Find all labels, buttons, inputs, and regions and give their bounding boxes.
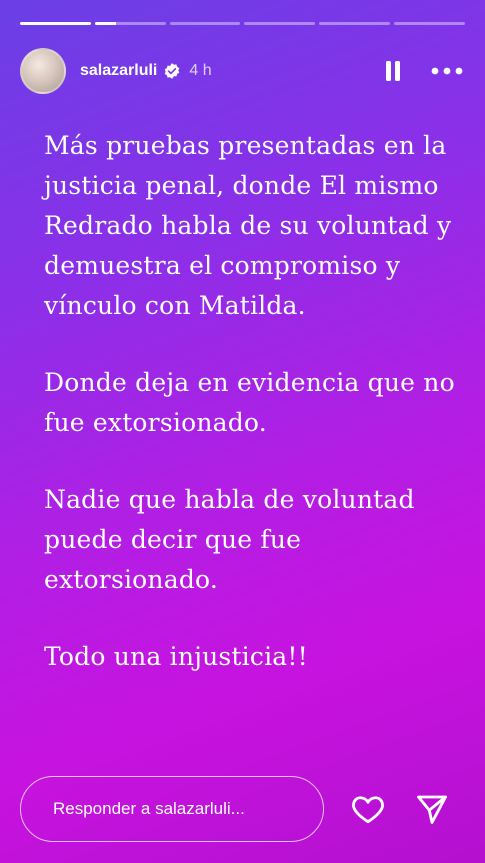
- progress-segment: [94, 22, 166, 25]
- heart-icon[interactable]: [350, 791, 386, 827]
- verified-badge-icon: [163, 62, 181, 80]
- post-time: 4 h: [189, 62, 212, 79]
- progress-segment: [319, 22, 391, 25]
- username[interactable]: salazarluli: [80, 62, 157, 80]
- reply-placeholder: Responder a salazarluli...: [53, 799, 245, 818]
- story-paragraph: Donde deja en evidencia que no fue extor…: [44, 368, 455, 437]
- pause-icon[interactable]: [377, 55, 409, 87]
- reply-input[interactable]: Responder a salazarluli...: [20, 776, 324, 842]
- send-icon[interactable]: [414, 791, 450, 827]
- story-text: Más pruebas presentadas en la justicia p…: [44, 126, 464, 714]
- progress-segment: [169, 22, 241, 25]
- story-paragraph: Nadie que habla de voluntad puede decir …: [44, 485, 415, 594]
- story-progress-bar: [20, 22, 465, 25]
- story-paragraph: Todo una injusticia!!: [44, 642, 308, 671]
- story-paragraph: Más pruebas presentadas en la justicia p…: [44, 131, 452, 320]
- progress-segment: [20, 22, 91, 25]
- progress-segment: [244, 22, 316, 25]
- avatar[interactable]: [20, 48, 66, 94]
- progress-segment: [394, 22, 465, 25]
- more-options-icon[interactable]: [429, 55, 465, 87]
- story-header: salazarluli 4 h: [20, 46, 465, 96]
